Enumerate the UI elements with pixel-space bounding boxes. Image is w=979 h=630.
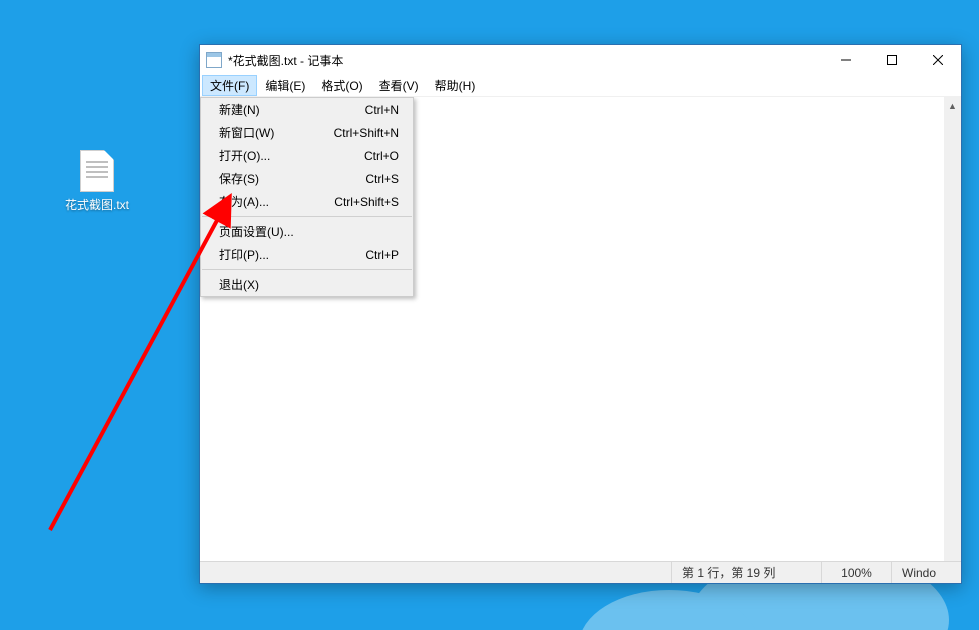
- menu-item-shortcut: Ctrl+Shift+N: [334, 126, 399, 140]
- titlebar[interactable]: *花式截图.txt - 记事本: [200, 45, 961, 75]
- menu-item-label: 新建(N): [219, 101, 365, 118]
- window-title: *花式截图.txt - 记事本: [228, 52, 343, 69]
- menu-format[interactable]: 格式(O): [313, 75, 370, 96]
- menu-item-shortcut: Ctrl+S: [365, 172, 399, 186]
- file-menu-dropdown: 新建(N) Ctrl+N 新窗口(W) Ctrl+Shift+N 打开(O)..…: [200, 97, 414, 297]
- menu-view[interactable]: 查看(V): [371, 75, 427, 96]
- menu-item-open[interactable]: 打开(O)... Ctrl+O: [201, 144, 413, 167]
- menu-item-label: 存为(A)...: [219, 193, 334, 210]
- menu-item-label: 打印(P)...: [219, 246, 365, 263]
- menu-item-label: 新窗口(W): [219, 124, 334, 141]
- menu-help[interactable]: 帮助(H): [427, 75, 484, 96]
- vertical-scrollbar[interactable]: ▲: [944, 97, 961, 561]
- minimize-button[interactable]: [823, 45, 869, 75]
- statusbar: 第 1 行，第 19 列 100% Windo: [200, 561, 961, 583]
- menu-item-print[interactable]: 打印(P)... Ctrl+P: [201, 243, 413, 266]
- menu-item-save-as[interactable]: 存为(A)... Ctrl+Shift+S: [201, 190, 413, 213]
- menu-item-label: 退出(X): [219, 276, 399, 293]
- status-encoding: Windo: [891, 562, 961, 583]
- menubar: 文件(F) 编辑(E) 格式(O) 查看(V) 帮助(H): [200, 75, 961, 97]
- menu-separator: [202, 269, 412, 270]
- menu-item-label: 页面设置(U)...: [219, 223, 399, 240]
- menu-item-save[interactable]: 保存(S) Ctrl+S: [201, 167, 413, 190]
- menu-edit[interactable]: 编辑(E): [257, 75, 313, 96]
- status-cursor-position: 第 1 行，第 19 列: [671, 562, 821, 583]
- close-button[interactable]: [915, 45, 961, 75]
- notepad-app-icon: [206, 52, 222, 68]
- notepad-window: *花式截图.txt - 记事本 文件(F) 编辑(E) 格式(O) 查看(V) …: [199, 44, 962, 584]
- menu-item-shortcut: Ctrl+Shift+S: [334, 195, 399, 209]
- menu-item-page-setup[interactable]: 页面设置(U)...: [201, 220, 413, 243]
- maximize-button[interactable]: [869, 45, 915, 75]
- menu-item-exit[interactable]: 退出(X): [201, 273, 413, 296]
- menu-item-shortcut: Ctrl+O: [364, 149, 399, 163]
- status-zoom: 100%: [821, 562, 891, 583]
- scroll-up-icon[interactable]: ▲: [944, 97, 961, 114]
- desktop-file-label: 花式截图.txt: [60, 196, 134, 213]
- text-editor-area[interactable]: 新建(N) Ctrl+N 新窗口(W) Ctrl+Shift+N 打开(O)..…: [200, 97, 961, 561]
- menu-item-new-window[interactable]: 新窗口(W) Ctrl+Shift+N: [201, 121, 413, 144]
- menu-item-label: 保存(S): [219, 170, 365, 187]
- menu-item-new[interactable]: 新建(N) Ctrl+N: [201, 98, 413, 121]
- menu-item-label: 打开(O)...: [219, 147, 364, 164]
- menu-separator: [202, 216, 412, 217]
- desktop-file-icon[interactable]: 花式截图.txt: [60, 150, 134, 213]
- menu-item-shortcut: Ctrl+N: [365, 103, 399, 117]
- menu-item-shortcut: Ctrl+P: [365, 248, 399, 262]
- text-file-icon: [80, 150, 114, 192]
- menu-file[interactable]: 文件(F): [202, 75, 257, 96]
